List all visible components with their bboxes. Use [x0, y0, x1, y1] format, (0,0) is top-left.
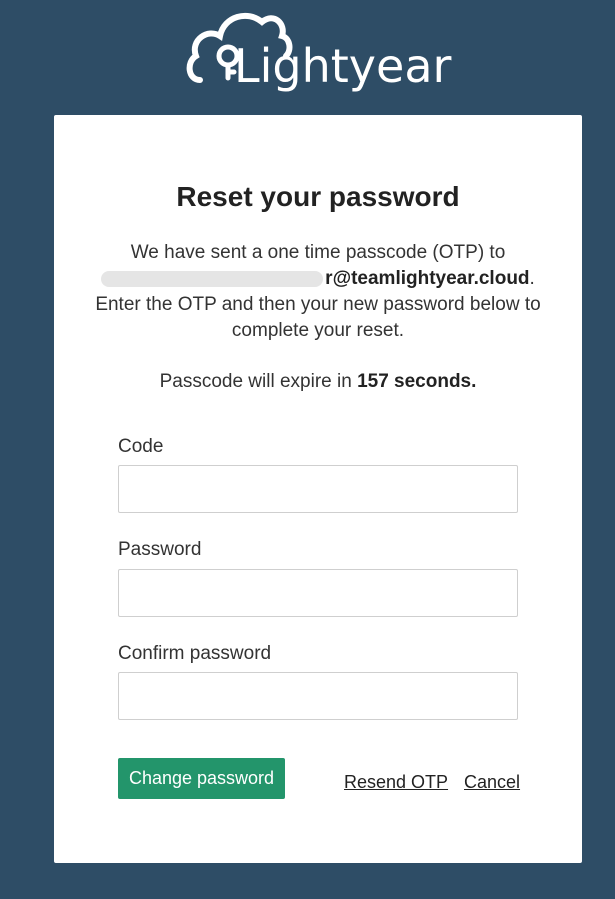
- lightyear-logo: Lightyear: [186, 6, 456, 94]
- email-domain: r@teamlightyear.cloud: [325, 268, 530, 289]
- password-input[interactable]: [118, 569, 518, 617]
- intro-text: We have sent a one time passcode (OTP) t…: [94, 240, 542, 344]
- expiry-text: Passcode will expire in 157 seconds.: [54, 371, 582, 393]
- intro-line-3: Enter the OTP and then your new password…: [95, 294, 541, 341]
- resend-otp-link[interactable]: Resend OTP: [344, 772, 448, 793]
- confirm-password-input[interactable]: [118, 672, 518, 720]
- reset-password-card: Reset your password We have sent a one t…: [54, 115, 582, 863]
- email-period: .: [529, 268, 535, 289]
- expiry-countdown: 157 seconds.: [357, 371, 477, 392]
- expiry-prefix: Passcode will expire in: [159, 371, 358, 392]
- confirm-password-label: Confirm password: [118, 643, 272, 664]
- code-label: Code: [118, 436, 164, 457]
- intro-line-1: We have sent a one time passcode (OTP) t…: [130, 242, 506, 263]
- page-title: Reset your password: [176, 181, 460, 212]
- password-label: Password: [118, 539, 202, 560]
- cloud-key-icon: Lightyear: [186, 12, 452, 93]
- change-password-button[interactable]: Change password: [118, 758, 285, 799]
- cancel-link[interactable]: Cancel: [464, 772, 520, 793]
- brand-name: Lightyear: [234, 39, 452, 93]
- code-input[interactable]: [118, 465, 518, 513]
- redacted-email-prefix: [101, 270, 324, 287]
